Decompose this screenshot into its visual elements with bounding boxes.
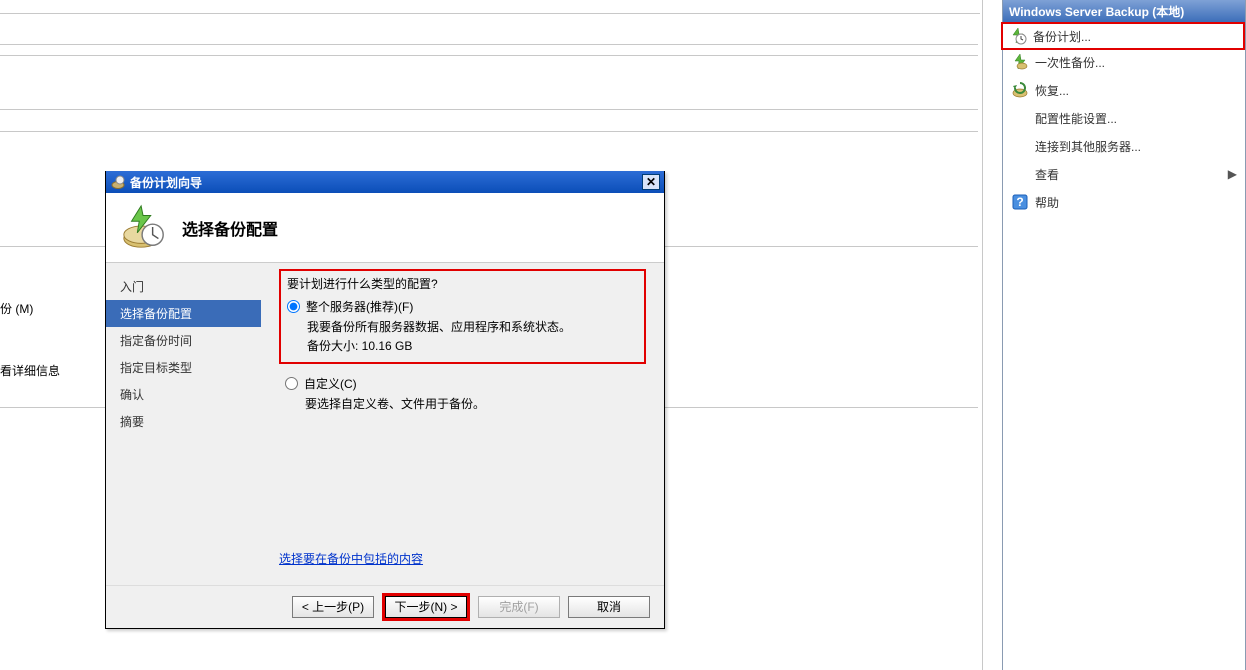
wizard-titlebar[interactable]: 备份计划向导 ✕ xyxy=(106,171,664,193)
cancel-button[interactable]: 取消 xyxy=(568,596,650,618)
wizard-title: 备份计划向导 xyxy=(130,174,202,191)
close-icon: ✕ xyxy=(646,175,656,189)
wizard-header: 选择备份配置 xyxy=(106,193,664,263)
left-truncated-text-2: 看详细信息 xyxy=(0,362,60,379)
step-select-config[interactable]: 选择备份配置 xyxy=(106,300,261,327)
option-custom[interactable]: 自定义(C) xyxy=(285,375,646,392)
action-label: 连接到其他服务器... xyxy=(1035,138,1141,155)
action-label: 恢复... xyxy=(1035,82,1069,99)
chevron-right-icon: ▶ xyxy=(1228,167,1237,181)
help-icon: ? xyxy=(1011,193,1029,211)
option1-highlight: 要计划进行什么类型的配置? 整个服务器(推荐)(F) 我要备份所有服务器数据、应… xyxy=(279,269,646,364)
divider xyxy=(0,44,978,45)
recover-icon xyxy=(1011,81,1029,99)
action-label: 备份计划... xyxy=(1033,28,1091,45)
action-connect-server[interactable]: 连接到其他服务器... xyxy=(1003,132,1245,160)
back-button[interactable]: < 上一步(P) xyxy=(292,596,374,618)
backup-once-icon xyxy=(1011,53,1029,71)
step-summary[interactable]: 摘要 xyxy=(106,408,261,435)
wizard-title-icon xyxy=(110,174,126,190)
action-recover[interactable]: 恢复... xyxy=(1003,76,1245,104)
option-full-server[interactable]: 整个服务器(推荐)(F) xyxy=(287,298,638,315)
option-full-server-desc: 我要备份所有服务器数据、应用程序和系统状态。 xyxy=(307,318,638,335)
svg-text:?: ? xyxy=(1016,195,1023,209)
next-button-highlight: 下一步(N) > xyxy=(382,593,470,621)
option-full-server-label: 整个服务器(推荐)(F) xyxy=(306,298,413,315)
divider xyxy=(982,0,983,670)
blank-icon xyxy=(1011,165,1029,183)
step-backup-time[interactable]: 指定备份时间 xyxy=(106,327,261,354)
radio-full-server[interactable] xyxy=(287,300,300,313)
step-intro[interactable]: 入门 xyxy=(106,273,261,300)
action-backup-schedule[interactable]: 备份计划... xyxy=(1001,22,1245,50)
backup-size: 备份大小: 10.16 GB xyxy=(307,337,638,354)
divider xyxy=(0,109,978,110)
finish-button: 完成(F) xyxy=(478,596,560,618)
panel-header: Windows Server Backup (本地) xyxy=(1003,0,1245,24)
action-label: 一次性备份... xyxy=(1035,54,1105,71)
action-label: 查看 xyxy=(1035,166,1059,183)
step-dest-type[interactable]: 指定目标类型 xyxy=(106,354,261,381)
wizard-heading: 选择备份配置 xyxy=(182,216,278,240)
option-custom-label: 自定义(C) xyxy=(304,375,357,392)
divider xyxy=(0,131,978,132)
wizard-body: 入门 选择备份配置 指定备份时间 指定目标类型 确认 摘要 要计划进行什么类型的… xyxy=(106,263,664,585)
divider xyxy=(0,55,978,56)
left-truncated-text-1: 份 (M) xyxy=(0,300,33,317)
step-confirm[interactable]: 确认 xyxy=(106,381,261,408)
select-content-link[interactable]: 选择要在备份中包括的内容 xyxy=(279,550,646,567)
close-button[interactable]: ✕ xyxy=(642,174,660,190)
backup-schedule-wizard: 备份计划向导 ✕ 选择备份配置 入门 选择备份配置 指定备份时间 指定目标类型 … xyxy=(105,171,665,629)
wizard-sidebar: 入门 选择备份配置 指定备份时间 指定目标类型 确认 摘要 xyxy=(106,263,261,585)
action-label: 配置性能设置... xyxy=(1035,110,1117,127)
action-help[interactable]: ? 帮助 xyxy=(1003,188,1245,216)
action-view[interactable]: 查看 ▶ xyxy=(1003,160,1245,188)
radio-custom[interactable] xyxy=(285,377,298,390)
divider xyxy=(0,13,980,14)
action-perf-settings[interactable]: 配置性能设置... xyxy=(1003,104,1245,132)
option-custom-desc: 要选择自定义卷、文件用于备份。 xyxy=(305,395,646,412)
action-backup-once[interactable]: 一次性备份... xyxy=(1003,48,1245,76)
actions-panel: Windows Server Backup (本地) 备份计划... 一次性备份… xyxy=(1002,0,1246,670)
wizard-content: 要计划进行什么类型的配置? 整个服务器(推荐)(F) 我要备份所有服务器数据、应… xyxy=(261,263,664,585)
blank-icon xyxy=(1011,137,1029,155)
config-question: 要计划进行什么类型的配置? xyxy=(287,275,638,292)
blank-icon xyxy=(1011,109,1029,127)
wizard-button-row: < 上一步(P) 下一步(N) > 完成(F) 取消 xyxy=(106,585,664,627)
action-label: 帮助 xyxy=(1035,194,1059,211)
wizard-header-icon xyxy=(120,204,168,252)
next-button[interactable]: 下一步(N) > xyxy=(385,596,467,618)
schedule-icon xyxy=(1009,27,1027,45)
